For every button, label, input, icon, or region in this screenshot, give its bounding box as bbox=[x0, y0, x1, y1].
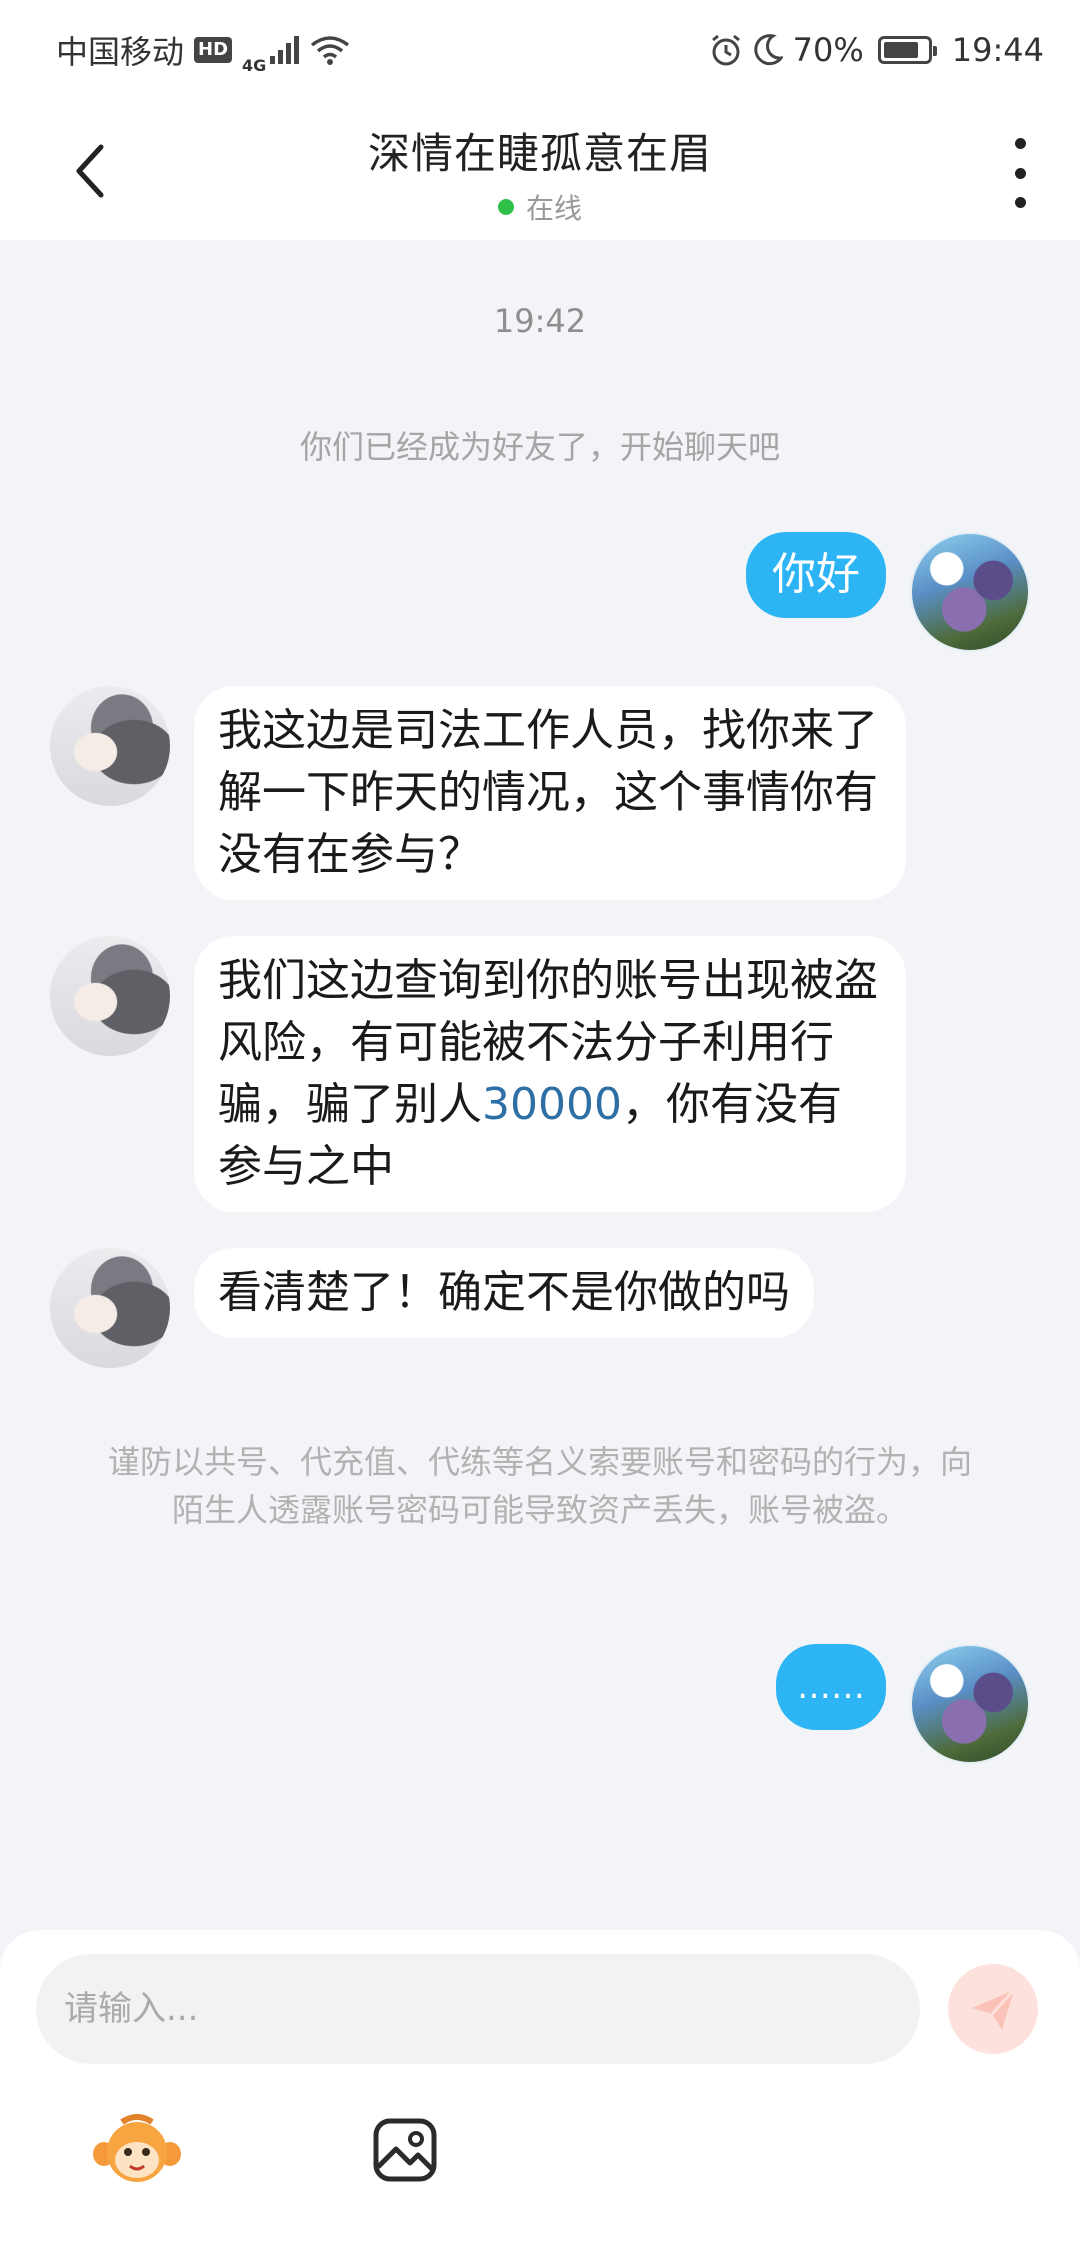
more-vertical-icon-dot bbox=[1014, 167, 1026, 179]
security-warning: 谨防以共号、代充值、代练等名义索要账号和密码的行为，向陌生人透露账号密码可能导致… bbox=[107, 1443, 972, 1529]
signal-icon bbox=[270, 36, 300, 64]
wifi-icon bbox=[311, 36, 350, 65]
message-composer bbox=[0, 1930, 1080, 2244]
paper-plane-icon bbox=[972, 1988, 1016, 2030]
online-status-label: 在线 bbox=[525, 192, 582, 225]
chat-header: 深情在睫孤意在眉 在线 bbox=[0, 100, 1080, 240]
system-note: 你们已经成为好友了，开始聊天吧 bbox=[299, 428, 780, 466]
send-button[interactable] bbox=[948, 1964, 1038, 2054]
message-bubble-incoming[interactable]: 我们这边查询到你的账号出现被盗风险，有可能被不法分子利用行骗，骗了别人30000… bbox=[194, 936, 906, 1212]
status-bar: 中国移动 HD 4G 70% 19:44 bbox=[0, 0, 1080, 100]
image-icon bbox=[373, 2118, 437, 2182]
online-status: 在线 bbox=[0, 187, 1080, 227]
chat-area[interactable]: 19:42 你们已经成为好友了，开始聊天吧 你好 我这边是司法工作人员，找你来了… bbox=[0, 240, 1080, 1930]
battery-percent: 70% bbox=[792, 31, 864, 69]
alarm-icon bbox=[711, 34, 740, 66]
carrier-label: 中国移动 bbox=[56, 33, 185, 71]
more-options-button[interactable] bbox=[1000, 138, 1040, 208]
clock: 19:44 bbox=[951, 31, 1044, 69]
status-bar-left: 中国移动 HD 4G bbox=[56, 26, 350, 75]
more-vertical-icon-dot bbox=[1014, 197, 1026, 208]
message-timestamp: 19:42 bbox=[493, 302, 587, 340]
more-vertical-icon bbox=[1014, 138, 1026, 149]
highlighted-number[interactable]: 30000 bbox=[482, 1079, 622, 1130]
avatar-contact[interactable] bbox=[50, 1248, 170, 1368]
avatar-contact[interactable] bbox=[50, 936, 170, 1056]
avatar-contact[interactable] bbox=[50, 686, 170, 806]
header-title-group: 深情在睫孤意在眉 在线 bbox=[0, 120, 1080, 227]
network-type: 4G bbox=[242, 55, 267, 75]
message-bubble-incoming[interactable]: 看清楚了！确定不是你做的吗 bbox=[194, 1248, 814, 1338]
message-bubble-incoming[interactable]: 我这边是司法工作人员，找你来了解一下昨天的情况，这个事情你有没有在参与？ bbox=[194, 686, 906, 900]
page-title: 深情在睫孤意在眉 bbox=[367, 129, 712, 178]
online-dot-icon bbox=[497, 199, 514, 215]
image-button[interactable] bbox=[360, 2110, 450, 2190]
emoji-button[interactable] bbox=[92, 2110, 182, 2190]
moon-icon bbox=[753, 34, 783, 66]
avatar-self[interactable] bbox=[910, 1644, 1030, 1764]
message-bubble-outgoing[interactable]: 你好 bbox=[746, 532, 886, 618]
avatar-self[interactable] bbox=[910, 532, 1030, 652]
hd-badge: HD bbox=[194, 37, 233, 63]
monkey-emoji-icon bbox=[93, 2114, 181, 2182]
message-input[interactable] bbox=[36, 1954, 920, 2064]
battery-icon bbox=[877, 36, 937, 64]
message-bubble-outgoing[interactable]: …… bbox=[776, 1644, 886, 1730]
status-bar-right: 70% 19:44 bbox=[709, 31, 1044, 69]
